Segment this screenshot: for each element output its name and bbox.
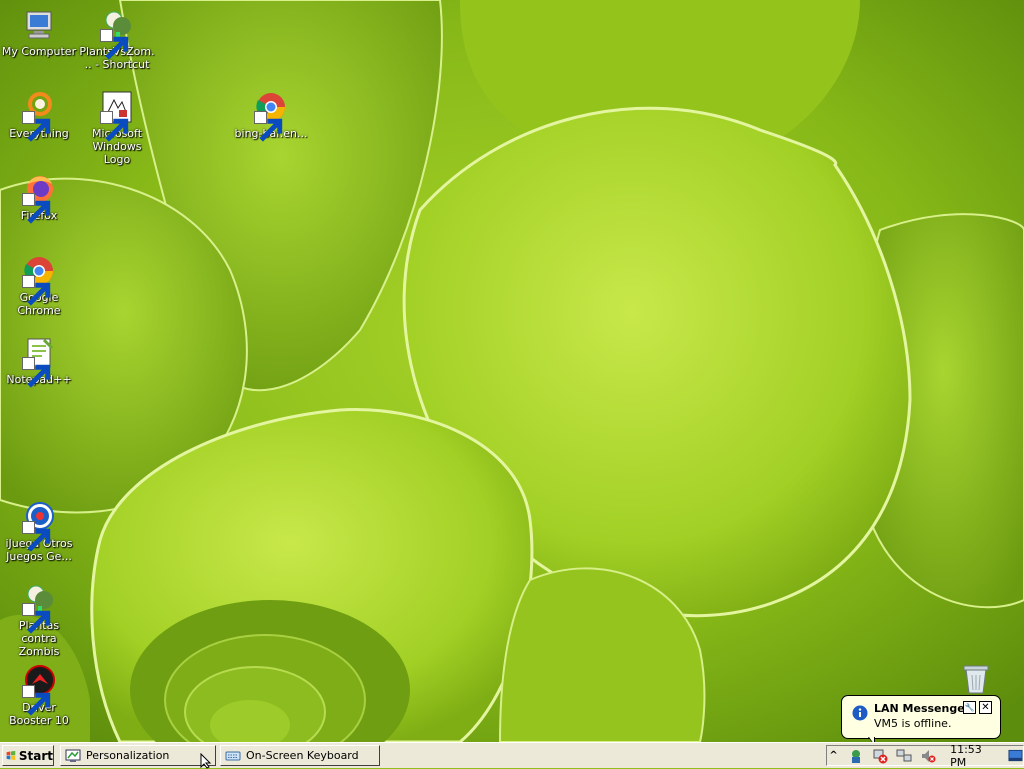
start-button[interactable]: Start [2,745,54,766]
personalization-icon [65,749,81,762]
task-label: Personalization [86,749,170,762]
clock[interactable]: 11:53 PM [950,743,998,769]
shortcut-arrow-icon [254,111,283,142]
shortcut-arrow-icon [22,521,51,552]
desktop-icon-everything[interactable]: Everything [0,90,78,142]
desktop-icon-bing-bar[interactable]: bing-bar.en... [232,90,310,142]
balloon-close-button[interactable]: ✕ [979,701,992,714]
desktop-icon-juega-otros-juegos[interactable]: iJuega Otros Juegos Ge... [0,500,78,563]
notification-balloon[interactable]: LAN Messenger VM5 is offline. 🔧 ✕ [841,695,1001,739]
desktop-icon-google-chrome[interactable]: Google Chrome [0,254,78,317]
desktop-icon-plantsvszombies-shortcut[interactable]: PlantsVsZom... - Shortcut [78,8,156,71]
shortcut-arrow-icon [22,603,51,634]
taskbar-button-personalization[interactable]: Personalization [60,745,216,766]
system-tray: ^ 11:53 PM [826,743,1024,769]
close-icon: ✕ [981,702,990,713]
taskbar-button-on-screen-keyboard[interactable]: On-Screen Keyboard [220,745,380,766]
wrench-icon: 🔧 [964,703,975,712]
shortcut-arrow-icon [22,685,51,716]
balloon-message: VM5 is offline. [874,717,952,730]
mouse-cursor [200,753,212,769]
balloon-title: LAN Messenger [874,702,971,715]
tray-expand-button[interactable]: ^ [827,750,840,761]
taskbar: Start Personalization On-Screen Keyboard… [0,742,1024,769]
shortcut-arrow-icon [100,111,129,142]
desktop-icon-my-computer[interactable]: My Computer [0,8,78,58]
volume-muted-icon[interactable] [920,748,936,764]
shortcut-arrow-icon [22,357,51,388]
desktop-icon-microsoft-windows-logo[interactable]: Microsoft Windows Logo [78,90,156,166]
start-label: Start [18,748,53,763]
desktop-icon-driver-booster[interactable]: Driver Booster 10 [0,664,78,727]
info-icon [852,705,868,721]
computer-icon [26,11,52,39]
shortcut-arrow-icon [22,111,51,142]
desktop-icon-plantas-contra-zombis[interactable]: Plantas contra Zombis [0,582,78,658]
desktop-icon-firefox[interactable]: Firefox [0,172,78,224]
windows-flag-icon [6,750,16,761]
network-error-icon[interactable] [872,748,888,764]
shortcut-arrow-icon [22,275,51,306]
show-desktop-icon[interactable] [1008,749,1023,763]
desktop-icon-notepad-plus-plus[interactable]: Notepad++ [0,336,78,388]
balloon-options-button[interactable]: 🔧 [963,701,976,714]
network-icon[interactable] [896,748,912,764]
recycle-bin-icon[interactable] [962,663,990,695]
task-label: On-Screen Keyboard [246,749,359,762]
keyboard-icon [225,751,241,760]
shortcut-arrow-icon [22,193,51,224]
lan-messenger-icon[interactable] [848,748,864,764]
shortcut-arrow-icon [100,29,129,60]
